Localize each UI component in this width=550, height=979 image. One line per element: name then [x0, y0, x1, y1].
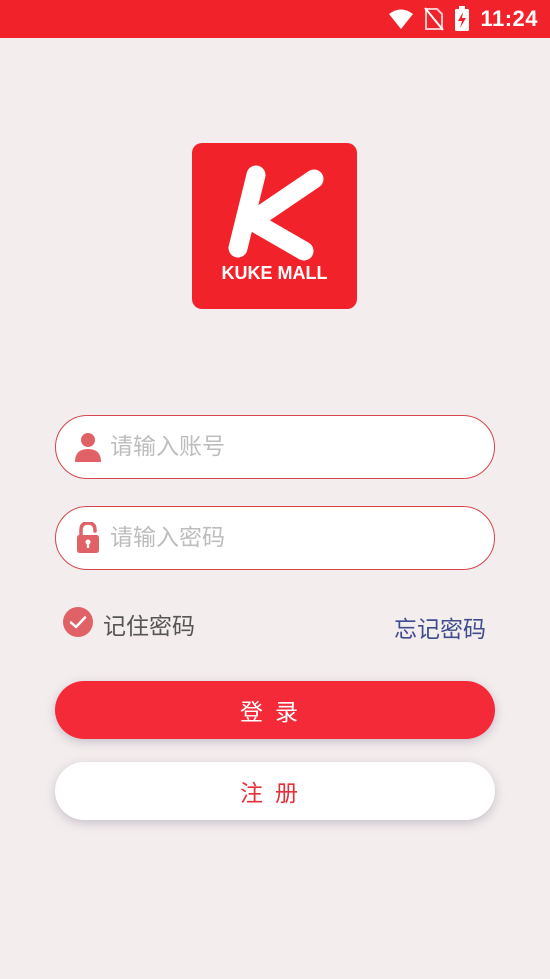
lock-icon [74, 522, 102, 554]
no-sim-icon [424, 7, 445, 31]
password-field[interactable] [55, 506, 495, 570]
status-time: 11:24 [480, 6, 538, 31]
battery-charging-icon [454, 6, 470, 32]
register-button[interactable]: 注册 [55, 762, 495, 820]
check-icon [62, 606, 94, 642]
remember-password-checkbox[interactable]: 记住密码 [62, 606, 195, 642]
remember-password-label: 记住密码 [103, 614, 195, 640]
account-field[interactable] [55, 415, 495, 479]
forgot-password-link[interactable]: 忘记密码 [394, 610, 486, 644]
password-input[interactable] [110, 525, 450, 551]
logo-text: KUKE MALL [221, 263, 328, 283]
user-icon [74, 431, 102, 463]
wifi-icon [388, 8, 414, 30]
account-input[interactable] [110, 434, 450, 460]
app-logo: KUKE MALL [192, 143, 357, 309]
status-bar: 11:24 [0, 0, 550, 38]
logo-k-mark [228, 165, 324, 261]
login-button[interactable]: 登录 [55, 681, 495, 739]
